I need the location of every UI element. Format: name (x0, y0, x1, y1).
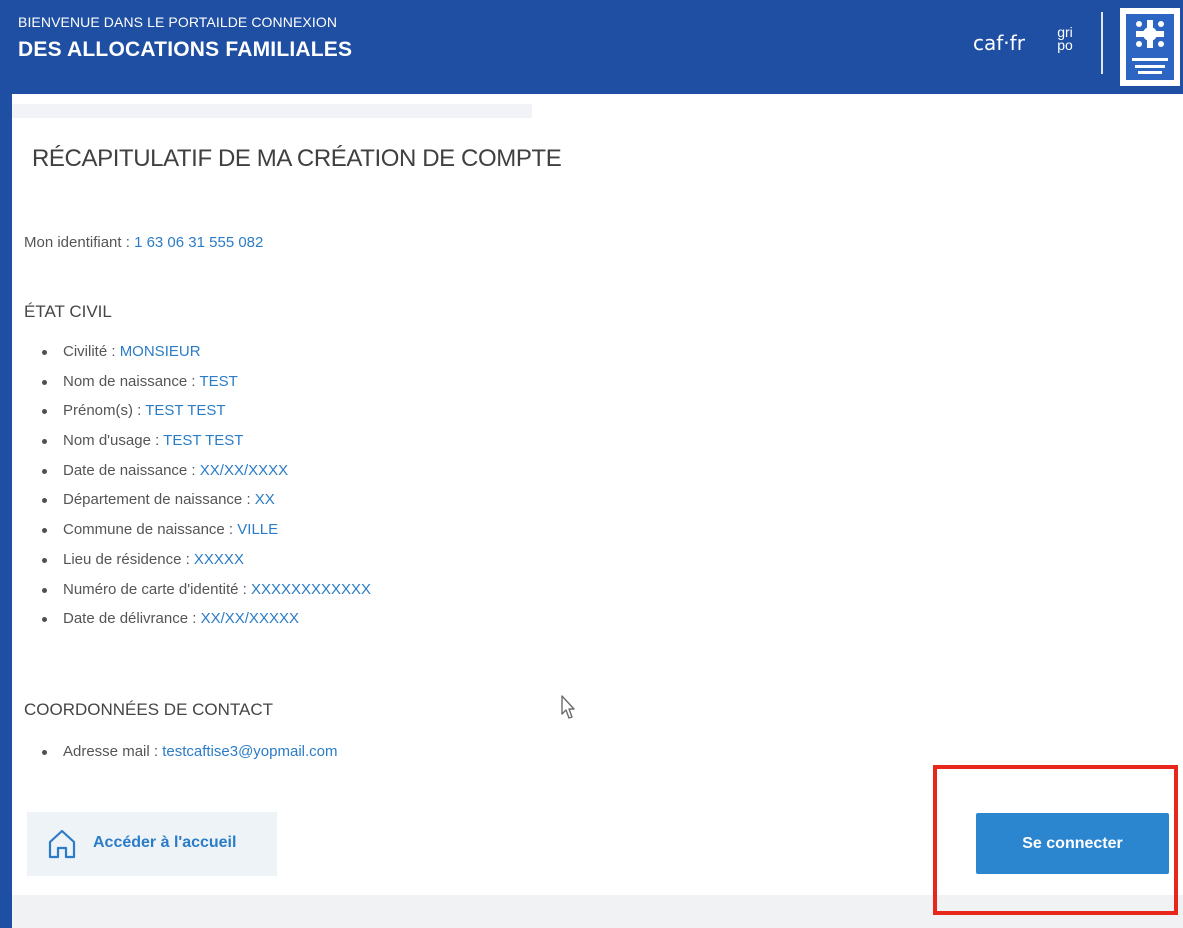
field-value: TEST TEST (145, 402, 226, 420)
caf-emblem-field (1126, 14, 1174, 80)
faded-breadcrumb-bar (12, 104, 532, 118)
field-value: XX/XX/XXXXX (200, 610, 299, 628)
field-label: Date de naissance : (63, 461, 200, 479)
list-item: Adresse mail : testcaftise3@yopmail.com (12, 737, 338, 767)
grip-logo-bottom: po (1057, 37, 1073, 53)
field-value: VILLE (237, 521, 279, 539)
etat-civil-heading: ÉTAT CIVIL (24, 302, 112, 321)
field-label: Nom de naissance : (63, 372, 200, 390)
header-banner: BIENVENUE DANS LE PORTAILDE CONNEXION DE… (0, 0, 1183, 94)
caf-emblem-icon (1120, 8, 1180, 86)
list-item: Nom de naissance : TEST (12, 367, 371, 397)
field-label: Lieu de résidence : (63, 550, 194, 568)
home-button[interactable]: Accéder à l'accueil (27, 812, 277, 876)
field-value: XXXXX (193, 550, 244, 568)
list-item: Lieu de résidence : XXXXX (12, 545, 371, 575)
grip-logo: gri po (1044, 25, 1086, 64)
field-label: Adresse mail : (63, 743, 163, 760)
field-label: Département de naissance : (63, 491, 255, 509)
field-value: MONSIEUR (119, 343, 201, 360)
page-title: RÉCAPITULATIF DE MA CRÉATION DE COMPTE (32, 145, 562, 172)
field-label: Nom d'usage : (63, 432, 164, 450)
list-item: Nom d'usage : TEST TEST (12, 426, 371, 456)
identifier-label: Mon identifiant : (24, 234, 135, 251)
header-subtitle: BIENVENUE DANS LE PORTAILDE CONNEXION (18, 14, 338, 30)
field-label: Civilité : (63, 343, 120, 360)
field-label: Prénom(s) : (63, 402, 146, 420)
mouse-pointer-icon (561, 695, 575, 719)
list-item: Date de délivrance : XX/XX/XXXXX (12, 604, 371, 634)
highlight-box (933, 765, 1178, 915)
list-item: Département de naissance : XX (12, 485, 371, 515)
identifier-line: Mon identifiant : 1 63 06 31 555 082 (24, 234, 263, 251)
home-icon (48, 829, 76, 859)
list-item: Numéro de carte d'identité : XXXXXXXXXXX… (12, 575, 371, 605)
field-label: Date de délivrance : (63, 610, 201, 628)
list-item: Civilité : MONSIEUR (12, 337, 371, 367)
list-item: Date de naissance : XX/XX/XXXX (12, 456, 371, 486)
left-frame-border (0, 94, 12, 928)
field-value: TEST (199, 372, 238, 390)
field-label: Commune de naissance : (63, 521, 238, 539)
logo-divider (1101, 12, 1103, 74)
list-item: Commune de naissance : VILLE (12, 515, 371, 545)
field-value: XXXXXXXXXXXX (250, 580, 372, 598)
home-button-label: Accéder à l'accueil (93, 834, 237, 851)
email-value: testcaftise3@yopmail.com (162, 743, 338, 760)
caf-emblem-glyph (1132, 20, 1168, 74)
field-label: Numéro de carte d'identité : (63, 580, 251, 598)
header-title: DES ALLOCATIONS FAMILIALES (18, 38, 353, 61)
field-value: XX/XX/XXXX (199, 461, 289, 479)
field-value: XX (254, 491, 275, 509)
contact-heading: COORDONNÉES DE CONTACT (24, 700, 274, 719)
etat-civil-list: Civilité : MONSIEUR Nom de naissance : T… (12, 337, 371, 634)
identifier-value: 1 63 06 31 555 082 (134, 234, 264, 251)
list-item: Prénom(s) : TEST TEST (12, 396, 371, 426)
field-value: TEST TEST (163, 432, 244, 450)
caf-logo[interactable]: caf·fr (973, 31, 1025, 55)
contact-list: Adresse mail : testcaftise3@yopmail.com (12, 737, 338, 767)
